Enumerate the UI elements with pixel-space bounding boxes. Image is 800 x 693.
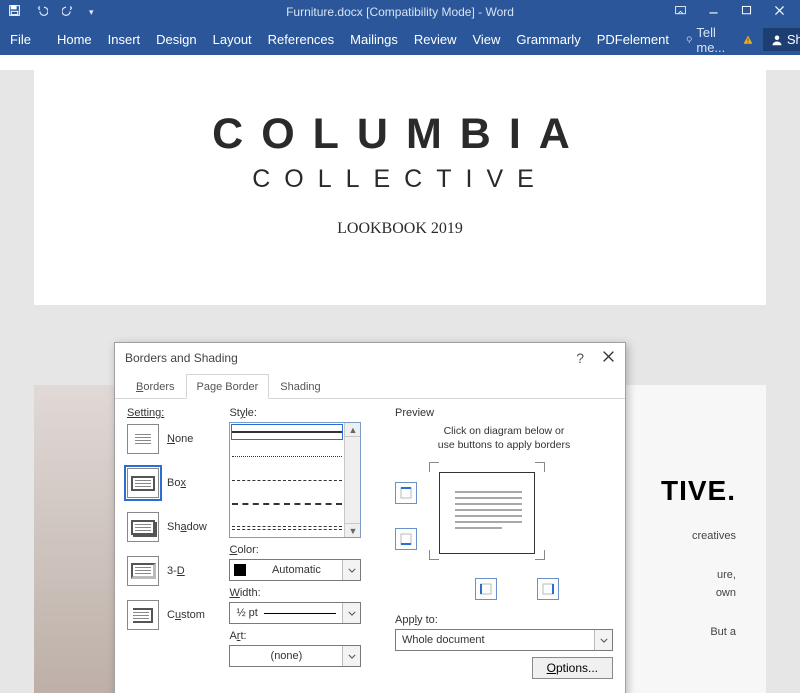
apply-to-label: Apply to:Apply to:: [395, 614, 613, 626]
color-swatch-icon: [234, 564, 246, 576]
style-scrollbar[interactable]: ▲ ▼: [344, 423, 360, 537]
doc-heading-1: COLUMBIA: [54, 110, 746, 159]
tab-layout[interactable]: Layout: [213, 32, 252, 47]
options-button[interactable]: Options...Options...: [532, 657, 613, 679]
scroll-down-icon[interactable]: ▼: [345, 523, 360, 537]
apply-to-value: Whole document: [396, 634, 594, 646]
dialog-titlebar: Borders and Shading ?: [115, 343, 625, 373]
art-combobox[interactable]: (none): [229, 645, 361, 667]
tab-grammarly[interactable]: Grammarly: [516, 32, 580, 47]
setting-shadow[interactable]: Shadow Shadow: [127, 512, 225, 542]
title-bar: ▾ Furniture.docx [Compatibility Mode] - …: [0, 0, 800, 24]
style-option-dash-thick[interactable]: [232, 497, 342, 511]
setting-3d[interactable]: 3-D 3-D: [127, 556, 225, 586]
window-title: Furniture.docx [Compatibility Mode] - Wo…: [286, 5, 514, 19]
ribbon: File Home Insert Design Layout Reference…: [0, 24, 800, 55]
preview-label: Preview: [395, 407, 613, 419]
ribbon-display-options-icon[interactable]: [674, 4, 687, 20]
style-listbox[interactable]: ▲ ▼: [229, 422, 361, 538]
workspace: COLUMBIA COLLECTIVE LOOKBOOK 2019 TIVE. …: [0, 70, 800, 693]
preview-diagram[interactable]: [427, 460, 547, 570]
scroll-up-icon[interactable]: ▲: [345, 423, 360, 437]
document-page: COLUMBIA COLLECTIVE LOOKBOOK 2019: [34, 70, 766, 305]
warning-icon: [743, 33, 753, 47]
style-label: Style:Style:: [229, 407, 383, 419]
border-bottom-button[interactable]: [395, 528, 417, 550]
tell-me-label: Tell me...: [696, 25, 732, 55]
dialog-help-icon[interactable]: ?: [576, 350, 584, 366]
chevron-down-icon: [342, 560, 360, 580]
style-group: Style:Style: ▲ ▼ Color:Colo: [225, 407, 383, 693]
border-left-button[interactable]: [475, 578, 497, 600]
setting-box[interactable]: Box Box: [127, 468, 225, 498]
setting-custom[interactable]: Custom Custom: [127, 600, 225, 630]
share-label: Share: [787, 32, 800, 47]
doc-heading-3: LOOKBOOK 2019: [54, 220, 746, 238]
minimize-icon[interactable]: [707, 4, 720, 20]
qat-dropdown-icon[interactable]: ▾: [89, 7, 94, 18]
borders-shading-dialog: Borders and Shading ? BBordersorders Pag…: [114, 342, 626, 693]
style-option-dotted[interactable]: [232, 449, 342, 463]
dialog-tabs: BBordersorders Page Border Shading: [115, 373, 625, 399]
save-icon[interactable]: [8, 4, 21, 20]
border-top-button[interactable]: [395, 482, 417, 504]
tell-me-icon[interactable]: Tell me...: [685, 25, 733, 55]
person-icon: [771, 34, 783, 46]
color-label: Color:Color:: [229, 544, 383, 556]
border-right-button[interactable]: [537, 578, 559, 600]
chevron-down-icon: [594, 630, 612, 650]
dialog-close-icon[interactable]: [602, 350, 615, 366]
style-option-dashed[interactable]: [232, 473, 342, 487]
share-button[interactable]: Share: [763, 28, 800, 51]
tab-design[interactable]: Design: [156, 32, 196, 47]
tab-view[interactable]: View: [472, 32, 500, 47]
setting-group: Setting: None None Box Box Shadow Shadow: [127, 407, 225, 693]
tab-file[interactable]: File: [10, 32, 31, 47]
style-option-solid[interactable]: [232, 425, 342, 439]
color-combobox[interactable]: Automatic: [229, 559, 361, 581]
tab-insert[interactable]: Insert: [108, 32, 141, 47]
undo-icon[interactable]: [35, 4, 48, 20]
apply-to-combobox[interactable]: Whole document: [395, 629, 613, 651]
setting-label: Setting:: [127, 407, 225, 419]
width-value: ½ pt: [236, 607, 257, 619]
redo-icon[interactable]: [62, 4, 75, 20]
close-icon[interactable]: [773, 4, 786, 20]
tab-mailings[interactable]: Mailings: [350, 32, 398, 47]
color-value: Automatic: [250, 564, 342, 576]
tab-borders[interactable]: BBordersorders: [125, 374, 186, 399]
doc-heading-2: COLLECTIVE: [54, 165, 746, 194]
tab-home[interactable]: Home: [57, 32, 92, 47]
chevron-down-icon: [342, 603, 360, 623]
tab-shading[interactable]: Shading: [269, 374, 331, 399]
tab-references[interactable]: References: [268, 32, 334, 47]
setting-none[interactable]: None None: [127, 424, 225, 454]
tab-review[interactable]: Review: [414, 32, 457, 47]
width-label: Width:Width:: [229, 587, 383, 599]
art-value: (none): [230, 650, 342, 662]
tab-page-border[interactable]: Page Border: [186, 374, 270, 399]
art-label: Art:Art:: [229, 630, 383, 642]
width-combobox[interactable]: ½ pt: [229, 602, 361, 624]
tab-pdfelement[interactable]: PDFelement: [597, 32, 669, 47]
chevron-down-icon: [342, 646, 360, 666]
dialog-title: Borders and Shading: [125, 351, 238, 365]
maximize-icon[interactable]: [740, 4, 753, 20]
preview-group: Preview Click on diagram below oruse but…: [383, 407, 613, 693]
preview-hint: Click on diagram below oruse buttons to …: [395, 425, 613, 452]
style-option-dash-dot[interactable]: [232, 521, 342, 535]
qat: ▾: [0, 4, 94, 20]
